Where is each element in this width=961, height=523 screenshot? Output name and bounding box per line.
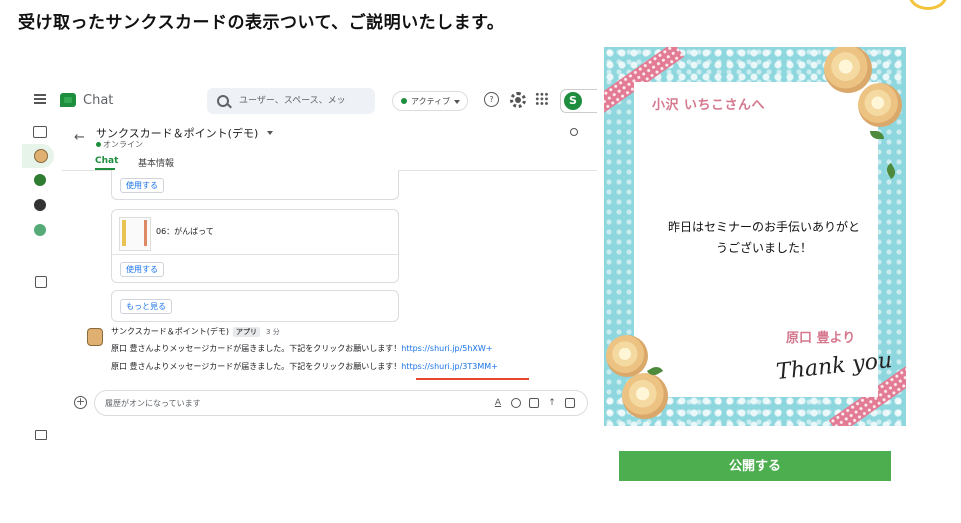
page-heading: 受け取ったサンクスカードの表示ついて、ご説明いたします。 <box>18 13 505 33</box>
card-message-line: うございました！ <box>715 241 812 255</box>
highlight-underline <box>416 378 529 380</box>
search-icon <box>217 95 229 107</box>
use-button-2[interactable]: 使用する <box>120 262 164 277</box>
card-message-line: 昨日はセミナーのお手伝いありがと <box>667 220 860 234</box>
apps-grid-icon[interactable] <box>535 92 548 105</box>
room-chevron-down-icon[interactable] <box>267 131 273 135</box>
tab-chat[interactable]: Chat <box>95 156 118 166</box>
help-icon[interactable]: ? <box>484 92 499 107</box>
rose-icon <box>858 83 902 127</box>
group-avatar-icon[interactable] <box>34 224 46 236</box>
chat-logo-icon <box>60 93 76 107</box>
message-line-2: 原口 豊さんよりメッセージカードが届きました。下記をクリックお願いします！htt… <box>111 361 498 372</box>
card-message: 昨日はセミナーのお手伝いありがと うございました！ <box>644 217 884 259</box>
online-dot-icon <box>96 142 101 147</box>
video-call-icon[interactable] <box>565 398 575 408</box>
message-sender: サンクスカード＆ポイント(デモ) アプリ 3 分 <box>111 326 280 337</box>
account-logo[interactable]: S <box>560 89 597 113</box>
rose-icon <box>622 373 668 419</box>
card-recipient: 小沢 いちこさんへ <box>652 98 766 113</box>
card-top-partial: 使用する <box>111 170 399 200</box>
card-separator <box>112 254 398 255</box>
emoji-icon[interactable] <box>511 398 521 408</box>
thanks-card-preview: 小沢 いちこさんへ 昨日はセミナーのお手伝いありがと うございました！ 原口 豊… <box>604 47 906 426</box>
chevron-down-icon <box>454 100 460 104</box>
status-dot-icon <box>401 98 407 104</box>
search-box[interactable] <box>207 88 375 114</box>
use-button[interactable]: 使用する <box>120 178 164 193</box>
publish-button[interactable]: 公開する <box>619 451 891 481</box>
status-selector[interactable]: アクティブ <box>392 91 468 111</box>
more-card: もっと見る <box>111 290 399 322</box>
message-input[interactable] <box>105 397 385 409</box>
search-input[interactable] <box>239 93 367 109</box>
message-text: 原口 豊さんよりメッセージカードが届きました。下記をクリックお願いします！ <box>111 344 402 353</box>
message-line-1: 原口 豊さんよりメッセージカードが届きました。下記をクリックお願いします！htt… <box>111 343 493 354</box>
app-badge: アプリ <box>233 327 261 337</box>
add-icon[interactable]: + <box>74 396 87 409</box>
message-text: 原口 豊さんよりメッセージカードが届きました。下記をクリックお願いします！ <box>111 362 402 371</box>
gear-icon[interactable] <box>510 92 526 108</box>
card-thumbnail[interactable] <box>119 217 151 251</box>
bot-avatar-icon[interactable] <box>34 149 48 163</box>
leaf-icon <box>884 162 898 180</box>
card-sender: 原口 豊より <box>786 331 856 346</box>
card-title: 06：がんばって <box>156 227 214 236</box>
rose-icon <box>824 47 872 93</box>
presence-status: オンライン <box>96 139 143 150</box>
more-button[interactable]: もっと見る <box>120 299 172 314</box>
person-avatar-icon[interactable] <box>34 199 46 211</box>
message-link[interactable]: https://shuri.jp/3T3MM+ <box>401 362 498 371</box>
tab-info[interactable]: 基本情報 <box>138 156 174 169</box>
menu-icon[interactable] <box>34 94 46 104</box>
format-text-icon[interactable]: A <box>493 398 503 408</box>
presence-label: オンライン <box>103 140 143 149</box>
composer[interactable]: A ↑ <box>94 390 588 416</box>
app-name: Chat <box>83 93 114 108</box>
chat-screenshot: Chat アクティブ ? S ← サンクスカード＆ポイント(デモ) オンライン … <box>22 84 597 449</box>
gif-icon[interactable] <box>529 398 539 408</box>
chat-bubble-icon[interactable] <box>33 126 47 138</box>
chat-main: ← サンクスカード＆ポイント(デモ) オンライン Chat 基本情報 使用する … <box>62 118 597 449</box>
left-rail <box>22 122 60 449</box>
room-search-icon[interactable] <box>570 128 578 136</box>
rose-icon <box>606 335 648 377</box>
back-arrow-icon[interactable]: ← <box>74 130 85 145</box>
status-label: アクティブ <box>411 97 451 106</box>
chat-topbar: Chat アクティブ ? S <box>22 84 597 118</box>
card-gambatte: 06：がんばって 使用する <box>111 209 399 283</box>
message-time: 3 分 <box>266 328 280 336</box>
bot-avatar-2-icon[interactable] <box>34 174 46 186</box>
upload-icon[interactable]: ↑ <box>547 398 557 408</box>
account-s-icon: S <box>564 92 582 110</box>
message-link[interactable]: https://shuri.jp/5hXW+ <box>401 344 492 353</box>
sender-name: サンクスカード＆ポイント(デモ) <box>111 327 230 336</box>
bot-avatar[interactable] <box>87 328 103 346</box>
video-icon[interactable] <box>35 430 47 440</box>
corner-badge-icon <box>908 0 948 10</box>
spaces-icon[interactable] <box>35 276 47 288</box>
